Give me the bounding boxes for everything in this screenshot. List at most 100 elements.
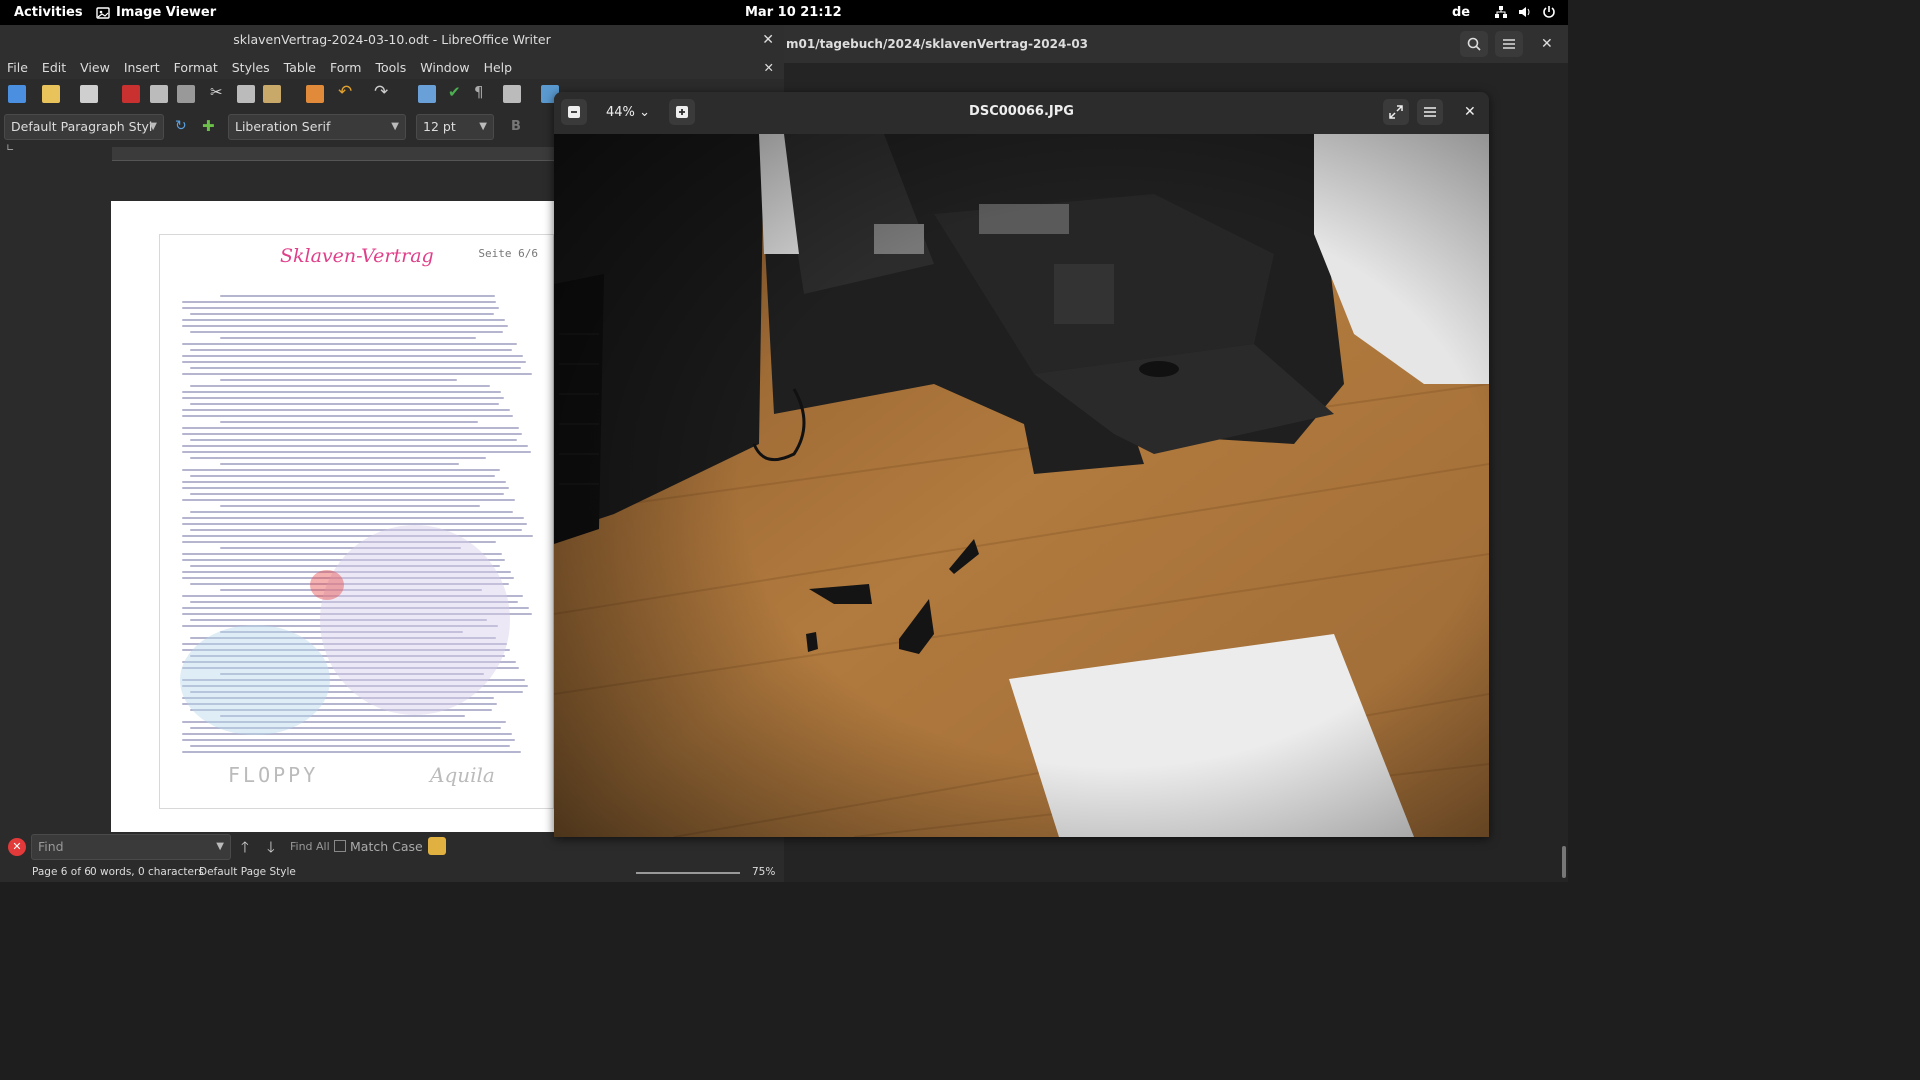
text-line bbox=[182, 427, 519, 429]
page-style[interactable]: Default Page Style bbox=[199, 866, 296, 878]
copy-icon[interactable] bbox=[237, 85, 255, 103]
word-count[interactable]: 0 words, 0 characters bbox=[90, 866, 204, 878]
insert-table-icon[interactable] bbox=[503, 85, 521, 103]
signature-right: Aquila bbox=[430, 763, 495, 787]
find-replace-icon[interactable] bbox=[418, 85, 436, 103]
zoom-level[interactable]: 75% bbox=[752, 866, 775, 878]
paragraph-style-value: Default Paragraph Styl bbox=[11, 119, 153, 134]
menu-styles[interactable]: Styles bbox=[232, 60, 270, 75]
text-line bbox=[182, 445, 528, 447]
find-replace-icon[interactable] bbox=[428, 837, 446, 855]
text-line bbox=[220, 295, 495, 297]
hamburger-icon bbox=[1503, 39, 1515, 49]
paste-icon[interactable] bbox=[263, 85, 281, 103]
document-page[interactable]: Sklaven-Vertrag Seite 6/6 FLOPPY Aquila bbox=[111, 201, 554, 849]
open-folder-icon[interactable] bbox=[42, 85, 60, 103]
find-previous-icon[interactable]: 🡑 bbox=[241, 837, 249, 862]
text-line bbox=[182, 415, 513, 417]
heart-shape bbox=[310, 570, 344, 600]
menu-form[interactable]: Form bbox=[330, 60, 362, 75]
print-icon[interactable] bbox=[150, 85, 168, 103]
scrollbar[interactable] bbox=[1562, 846, 1566, 878]
font-name-select[interactable]: Liberation Serif ▼ bbox=[228, 114, 406, 140]
activities-button[interactable]: Activities bbox=[14, 5, 83, 20]
new-style-icon[interactable]: ✚ bbox=[202, 117, 220, 135]
menu-table[interactable]: Table bbox=[284, 60, 316, 75]
close-icon[interactable]: ✕ bbox=[762, 25, 774, 55]
document-title: Sklaven-Vertrag bbox=[280, 245, 434, 267]
text-line bbox=[182, 733, 512, 735]
tab-stop-icon[interactable]: ∟ bbox=[6, 143, 14, 154]
font-size-select[interactable]: 12 pt ▼ bbox=[416, 114, 494, 140]
volume-icon bbox=[1519, 7, 1530, 17]
image-viewer-window[interactable]: 44% ⌄ DSC00066.JPG ✕ bbox=[554, 92, 1489, 837]
print-preview-icon[interactable] bbox=[177, 85, 195, 103]
text-line bbox=[182, 739, 515, 741]
menu-view[interactable]: View bbox=[80, 60, 110, 75]
find-all-button[interactable]: Find All bbox=[290, 840, 330, 853]
close-icon[interactable]: ✕ bbox=[1464, 104, 1476, 120]
image-filename: DSC00066.JPG bbox=[969, 104, 1074, 119]
menu-help[interactable]: Help bbox=[484, 60, 513, 75]
page-count[interactable]: Page 6 of 6 bbox=[32, 866, 91, 878]
text-line bbox=[190, 313, 494, 315]
hamburger-icon bbox=[1424, 107, 1436, 117]
close-document-icon[interactable]: ✕ bbox=[764, 60, 774, 75]
export-pdf-icon[interactable] bbox=[122, 85, 140, 103]
viewer-menu-button[interactable] bbox=[1417, 99, 1443, 125]
bold-button[interactable]: B bbox=[511, 119, 521, 134]
text-line bbox=[190, 331, 503, 333]
app-name: Image Viewer bbox=[116, 5, 217, 20]
update-style-icon[interactable]: ↻ bbox=[175, 118, 193, 136]
text-line bbox=[182, 301, 496, 303]
menu-tools[interactable]: Tools bbox=[375, 60, 406, 75]
menu-format[interactable]: Format bbox=[174, 60, 218, 75]
writer-title: sklavenVertrag-2024-03-10.odt - LibreOff… bbox=[233, 32, 551, 47]
page-content-frame[interactable]: Sklaven-Vertrag Seite 6/6 FLOPPY Aquila bbox=[159, 234, 554, 809]
chevron-down-icon: ▼ bbox=[391, 121, 399, 132]
menu-button[interactable] bbox=[1495, 31, 1523, 57]
undo-icon[interactable]: ↶ bbox=[338, 82, 356, 102]
chevron-down-icon: ▼ bbox=[216, 841, 224, 852]
cut-icon[interactable]: ✂ bbox=[210, 83, 228, 101]
menu-edit[interactable]: Edit bbox=[42, 60, 66, 75]
match-case-checkbox[interactable] bbox=[334, 840, 346, 852]
formatting-marks-icon[interactable]: ¶ bbox=[474, 83, 492, 101]
menu-window[interactable]: Window bbox=[420, 60, 469, 75]
text-line bbox=[182, 469, 500, 471]
text-line bbox=[182, 397, 504, 399]
text-line bbox=[190, 457, 486, 459]
find-placeholder: Find bbox=[38, 839, 64, 854]
app-menu[interactable]: Image Viewer bbox=[96, 5, 216, 20]
close-icon[interactable]: ✕ bbox=[1541, 36, 1553, 52]
photo-canvas[interactable] bbox=[554, 134, 1489, 837]
system-tray[interactable] bbox=[1494, 5, 1556, 19]
save-icon[interactable] bbox=[80, 85, 98, 103]
horizontal-ruler[interactable] bbox=[112, 147, 554, 161]
text-line bbox=[220, 505, 480, 507]
text-line bbox=[182, 535, 533, 537]
text-line bbox=[182, 451, 531, 453]
paragraph-style-select[interactable]: Default Paragraph Styl ▼ bbox=[4, 114, 164, 140]
menu-file[interactable]: File bbox=[7, 60, 28, 75]
new-document-icon[interactable] bbox=[8, 85, 26, 103]
folder-path: m01/tagebuch/2024/sklavenVertrag-2024-03 bbox=[786, 37, 1089, 51]
text-line bbox=[190, 511, 513, 513]
text-line bbox=[182, 433, 522, 435]
text-line bbox=[190, 493, 504, 495]
clock[interactable]: Mar 10 21:12 bbox=[745, 5, 842, 20]
keyboard-layout[interactable]: de bbox=[1452, 5, 1470, 20]
image-viewer-header: 44% ⌄ DSC00066.JPG ✕ bbox=[554, 92, 1489, 134]
close-find-bar-icon[interactable]: ✕ bbox=[8, 838, 26, 856]
redo-icon[interactable]: ↷ bbox=[374, 82, 392, 102]
fullscreen-button[interactable] bbox=[1383, 99, 1409, 125]
find-input[interactable]: Find ▼ bbox=[31, 834, 231, 860]
zoom-slider[interactable] bbox=[636, 872, 740, 874]
text-line bbox=[220, 337, 476, 339]
search-button[interactable] bbox=[1460, 31, 1488, 57]
spellcheck-icon[interactable]: ✔ bbox=[448, 83, 466, 101]
menu-insert[interactable]: Insert bbox=[124, 60, 160, 75]
clone-formatting-icon[interactable] bbox=[306, 85, 324, 103]
find-next-icon[interactable]: 🡓 bbox=[267, 837, 275, 862]
text-line bbox=[182, 409, 510, 411]
